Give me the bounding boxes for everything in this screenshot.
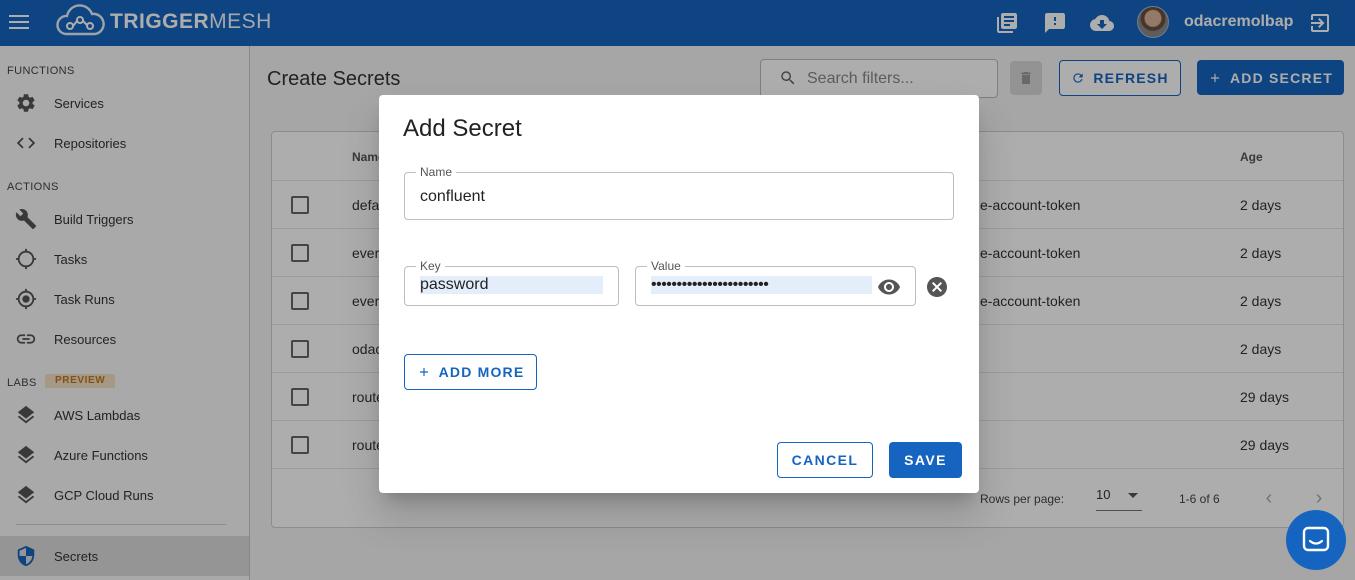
- value-field[interactable]: Value •••••••••••••••••••••••: [635, 259, 916, 306]
- value-field-label: Value: [647, 259, 685, 273]
- remove-circle-icon[interactable]: [925, 275, 949, 299]
- value-input[interactable]: •••••••••••••••••••••••: [651, 276, 872, 294]
- add-more-button[interactable]: ADD MORE: [404, 354, 537, 390]
- name-field[interactable]: Name confluent: [404, 165, 954, 220]
- plus-icon: [419, 367, 428, 377]
- add-more-label: ADD MORE: [438, 364, 525, 380]
- chat-launcher[interactable]: [1286, 510, 1346, 570]
- dialog-title: Add Secret: [403, 115, 522, 142]
- name-input[interactable]: confluent: [420, 188, 485, 206]
- key-field-label: Key: [416, 259, 445, 273]
- visibility-icon[interactable]: [877, 275, 901, 299]
- name-field-label: Name: [416, 165, 457, 179]
- cancel-button[interactable]: CANCEL: [777, 442, 873, 478]
- save-button[interactable]: SAVE: [889, 442, 962, 478]
- key-field[interactable]: Key password: [404, 259, 619, 306]
- chat-icon: [1302, 526, 1330, 552]
- key-input[interactable]: password: [420, 276, 603, 294]
- add-secret-dialog: Add Secret Name confluent Key password V…: [379, 95, 979, 493]
